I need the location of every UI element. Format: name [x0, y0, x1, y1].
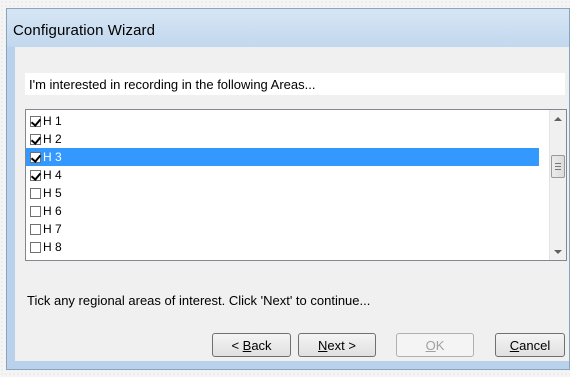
area-list-item[interactable]: H 7 — [26, 220, 539, 238]
vertical-scrollbar[interactable] — [549, 110, 566, 260]
prompt-text: I'm interested in recording in the follo… — [29, 77, 316, 92]
grip-line — [555, 169, 561, 170]
triangle-up-icon — [554, 116, 562, 121]
window-title: Configuration Wizard — [13, 22, 156, 39]
grip-line — [555, 166, 561, 167]
wizard-content: I'm interested in recording in the follo… — [15, 47, 569, 361]
ok-button[interactable]: OK — [396, 333, 474, 357]
area-label: H 7 — [43, 222, 62, 236]
next-rest: ext > — [327, 337, 356, 353]
scroll-down-button[interactable] — [550, 243, 566, 260]
area-label: H 5 — [43, 186, 62, 200]
area-label: H 1 — [43, 114, 62, 128]
area-list-item[interactable]: H 4 — [26, 166, 539, 184]
checkbox-unchecked[interactable] — [30, 223, 41, 235]
next-button[interactable]: Next > — [298, 333, 376, 357]
scroll-thumb[interactable] — [551, 155, 565, 178]
area-list-item[interactable]: H 8 — [26, 238, 539, 256]
area-label: H 8 — [43, 240, 62, 254]
area-label: H 6 — [43, 204, 62, 218]
hint-text: Tick any regional areas of interest. Cli… — [27, 293, 371, 308]
title-bar[interactable]: Configuration Wizard — [7, 9, 569, 47]
prompt-panel: I'm interested in recording in the follo… — [25, 73, 565, 95]
checkbox-unchecked[interactable] — [30, 187, 41, 199]
areas-list-items: H 1 H 2 H 3 H 4 H 5 H 6 H 7 H 8 — [26, 110, 550, 260]
next-mnemonic: N — [318, 337, 328, 353]
area-list-item[interactable]: H 6 — [26, 202, 539, 220]
area-list-item[interactable]: H 2 — [26, 130, 539, 148]
area-list-item[interactable]: H 3 — [26, 148, 539, 166]
area-label: H 4 — [43, 168, 62, 182]
checkbox-unchecked[interactable] — [30, 241, 41, 253]
cancel-button[interactable]: Cancel — [495, 333, 565, 357]
checkbox-checked[interactable] — [30, 151, 41, 163]
back-rest: ack — [251, 337, 272, 353]
area-list-item[interactable]: H 5 — [26, 184, 539, 202]
checkbox-unchecked[interactable] — [30, 205, 41, 217]
cancel-rest: ancel — [519, 337, 551, 353]
back-button[interactable]: < Back — [212, 333, 291, 357]
triangle-down-icon — [554, 249, 562, 254]
areas-checklist[interactable]: H 1 H 2 H 3 H 4 H 5 H 6 H 7 H 8 — [25, 109, 567, 261]
ok-mnemonic: O — [425, 337, 436, 353]
cancel-mnemonic: C — [509, 337, 520, 353]
area-label: H 2 — [43, 132, 62, 146]
scroll-up-button[interactable] — [550, 110, 566, 127]
checkbox-checked[interactable] — [30, 169, 41, 181]
area-label: H 3 — [43, 150, 62, 164]
checkbox-checked[interactable] — [30, 115, 41, 127]
grip-line — [555, 163, 561, 164]
ok-rest: K — [435, 337, 445, 353]
back-prefix: < — [231, 337, 243, 353]
back-mnemonic: B — [242, 337, 252, 353]
checkbox-checked[interactable] — [30, 133, 41, 145]
area-list-item[interactable]: H 1 — [26, 112, 539, 130]
configuration-wizard-window: Configuration Wizard I'm interested in r… — [6, 8, 570, 370]
